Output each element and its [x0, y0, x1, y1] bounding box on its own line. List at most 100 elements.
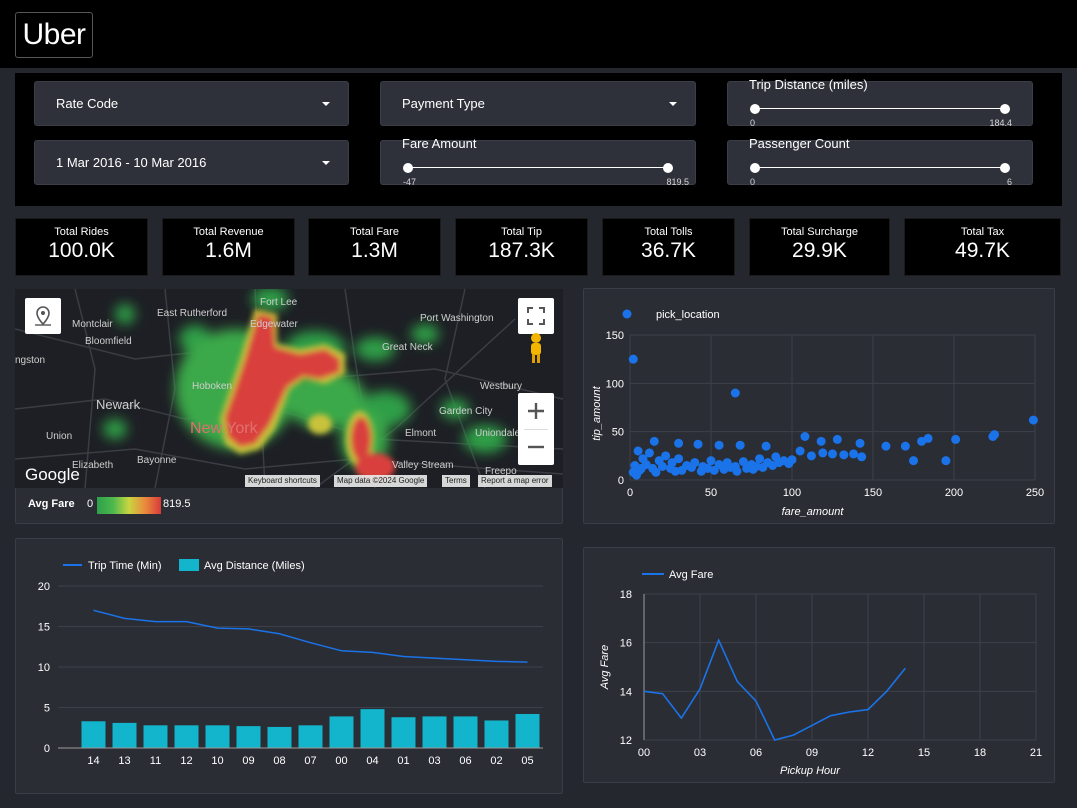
scatter-point	[674, 438, 684, 448]
scatter-point	[670, 466, 680, 476]
scatter-point	[849, 449, 859, 459]
scatter-point	[818, 448, 828, 458]
slider-min-handle[interactable]	[403, 163, 413, 173]
slider-max-handle[interactable]	[663, 163, 673, 173]
trip-distance-slider[interactable]: Trip Distance (miles) 0 184.4	[727, 77, 1033, 128]
map-place-label: Valley Stream	[392, 460, 454, 471]
x-tick-label: 15	[918, 747, 930, 759]
y-tick-label: 18	[620, 589, 632, 601]
scatter-point	[636, 463, 646, 473]
legend-marker	[622, 309, 632, 319]
pegman-icon[interactable]	[526, 331, 546, 365]
scatter-point	[816, 436, 826, 446]
slider-track	[755, 108, 1005, 109]
legend-label: Trip Time (Min)	[88, 560, 162, 572]
map-place-label: Bayonne	[137, 455, 177, 466]
bar	[298, 725, 323, 748]
kpi-total-tax: Total Tax 49.7K	[904, 218, 1061, 276]
chevron-down-icon	[322, 161, 330, 165]
y-tick-label: 14	[620, 686, 632, 698]
slider-min-handle[interactable]	[750, 104, 760, 114]
y-tick-label: 15	[38, 622, 50, 634]
slider-min-value: 0	[750, 118, 756, 128]
keyboard-shortcuts-link[interactable]: Keyboard shortcuts	[245, 475, 320, 487]
scatter-point	[714, 440, 724, 450]
scatter-point	[855, 438, 865, 448]
date-range-picker[interactable]: 1 Mar 2016 - 10 Mar 2016	[34, 140, 349, 185]
kpi-value: 36.7K	[641, 239, 696, 262]
slider-min-value: -47	[403, 177, 417, 187]
combo-chart: 0510152014 13 11 12 10 09 08 07 00 04 01 03 06 02 05Tr…	[38, 559, 543, 767]
kpi-label: Total Rides	[54, 226, 109, 238]
y-axis-label: tip_amount	[591, 385, 603, 440]
map-place-label: Elmont	[405, 428, 436, 439]
trip-time-distance-panel: 0 5 10 15 20 14 13 11 12 10 09 08 07 00 04 01 03 06 02 05 Tr…	[15, 538, 563, 794]
y-tick-label: 0	[44, 743, 50, 755]
rate-code-dropdown[interactable]: Rate Code	[34, 81, 349, 126]
terms-link[interactable]: Terms	[442, 475, 470, 487]
x-tick-label: 13	[118, 755, 130, 767]
uber-logo: Uber	[15, 12, 93, 58]
slider-max-handle[interactable]	[1000, 163, 1010, 173]
bar	[391, 717, 416, 748]
scatter-point	[800, 432, 810, 441]
x-tick-label: 0	[627, 487, 633, 499]
scatter-point	[644, 448, 654, 458]
scatter-point	[696, 466, 706, 476]
scatter-point	[1028, 415, 1038, 425]
y-tick-label: 50	[612, 427, 624, 439]
bar	[515, 713, 540, 748]
slider-max-handle[interactable]	[1000, 104, 1010, 114]
map-legend-max: 819.5	[163, 498, 191, 510]
scatter-chart: 0 50 100 150 200 250 0 50 100 150 fare_amount tip_a…	[591, 309, 1044, 518]
report-map-error-link[interactable]: Report a map error	[478, 475, 552, 487]
plus-icon	[528, 403, 544, 419]
scatter-point	[755, 454, 765, 464]
x-tick-label: 09	[806, 747, 818, 759]
kpi-total-surcharge: Total Surcharge 29.9K	[749, 218, 890, 276]
scatter-panel: 0 50 100 150 200 250 0 50 100 150 fare_amount tip_a…	[583, 288, 1055, 524]
bar	[360, 709, 385, 748]
scatter-point	[758, 462, 768, 472]
x-tick-label: 14	[87, 755, 99, 767]
zoom-in-button[interactable]	[518, 393, 554, 429]
scatter-point	[735, 440, 745, 450]
y-tick-label: 10	[38, 662, 50, 674]
x-tick-label: 09	[242, 755, 254, 767]
payment-type-dropdown[interactable]: Payment Type	[380, 81, 696, 126]
x-tick-label: 18	[974, 747, 986, 759]
scatter-point	[806, 451, 816, 461]
fare-amount-slider[interactable]: Fare Amount -47 819.5	[380, 136, 696, 187]
legend-bar-marker	[179, 559, 199, 571]
kpi-total-tolls: Total Tolls 36.7K	[602, 218, 735, 276]
x-tick-label: 50	[705, 487, 717, 499]
heatmap-map[interactable]: Montclair East Rutherford Bloomfield Fort L…	[15, 289, 563, 488]
kpi-value: 1.3M	[351, 239, 398, 262]
slider-track	[755, 167, 1005, 168]
scatter-point	[633, 446, 643, 456]
map-place-label: Bloomfield	[85, 336, 132, 347]
x-tick-label: 12	[862, 747, 874, 759]
scatter-point	[730, 388, 740, 398]
kpi-total-rides: Total Rides 100.0K	[15, 218, 148, 276]
slider-min-handle[interactable]	[750, 163, 760, 173]
zoom-out-button[interactable]	[518, 429, 554, 465]
kpi-label: Total Fare	[350, 226, 399, 238]
y-tick-label: 150	[606, 330, 624, 342]
map-canvas: Montclair East Rutherford Bloomfield Fort L…	[15, 289, 563, 488]
x-tick-label: 02	[490, 755, 502, 767]
x-tick-label: 03	[428, 755, 440, 767]
avg-fare-panel: 00 03 06 09 12 15 18 21 12 14 16 18 Pickup Hour Avg F…	[583, 547, 1055, 783]
scatter-point	[828, 449, 837, 459]
location-pin-button[interactable]	[25, 298, 61, 334]
scatter-point	[832, 434, 842, 444]
scatter-point	[709, 465, 719, 475]
y-tick-label: 0	[618, 475, 624, 487]
bar	[174, 725, 199, 748]
bar	[112, 722, 137, 748]
x-tick-label: 250	[1026, 487, 1044, 499]
x-axis-label: Pickup Hour	[780, 765, 841, 777]
fullscreen-button[interactable]	[518, 298, 554, 334]
map-place-label: Montclair	[72, 319, 113, 330]
passenger-count-slider[interactable]: Passenger Count 0 6	[727, 136, 1033, 187]
